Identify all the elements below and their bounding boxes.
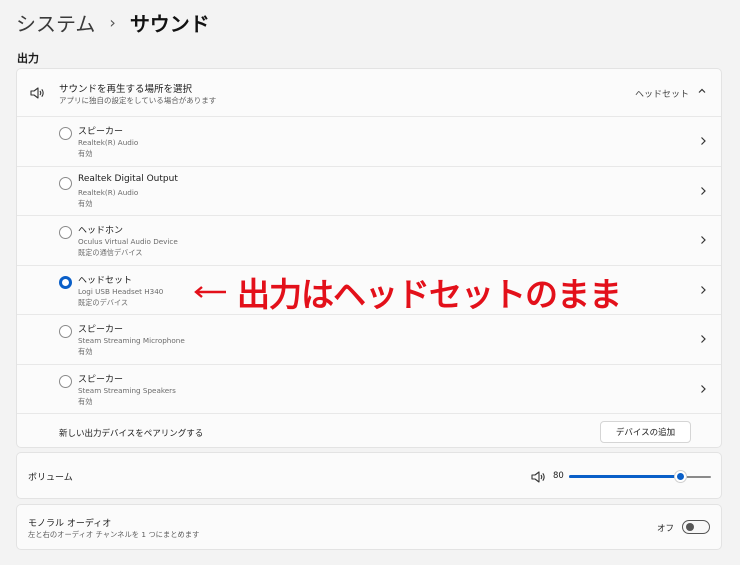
breadcrumb-separator: ›: [109, 12, 116, 32]
mono-audio-title: モノラル オーディオ: [28, 519, 112, 529]
annotation-text: 出力はヘッドセットのまま: [237, 275, 622, 314]
output-device-title: サウンドを再生する場所を選択: [59, 84, 193, 95]
device-status: 有効: [78, 347, 93, 356]
device-radio[interactable]: [59, 374, 72, 388]
chevron-right-icon[interactable]: [699, 384, 707, 394]
volume-card: ボリューム 80: [16, 452, 722, 499]
device-row[interactable]: スピーカー Steam Streaming Speakers 有効: [17, 365, 721, 414]
device-status: 有効: [78, 198, 93, 208]
breadcrumb-system-link[interactable]: システム: [16, 8, 95, 37]
mono-toggle-label: オフ: [657, 524, 675, 534]
chevron-right-icon[interactable]: [699, 235, 707, 245]
device-radio[interactable]: [59, 275, 72, 289]
device-status: 有効: [78, 396, 93, 406]
device-name: Realtek Digital Output: [78, 173, 178, 184]
volume-value: 80: [553, 471, 564, 481]
output-section-title: 出力: [17, 52, 39, 65]
mono-audio-subtitle: 左と右のオーディオ チャンネルを 1 つにまとめます: [28, 530, 200, 539]
page-title: サウンド: [129, 11, 210, 36]
chevron-right-icon[interactable]: [699, 136, 707, 146]
volume-label: ボリューム: [28, 473, 73, 483]
device-detail: Logi USB Headset H340: [78, 286, 164, 296]
output-device-subtitle: アプリに独自の設定をしている場合があります: [59, 96, 217, 105]
device-status: 既定のデバイス: [78, 297, 129, 307]
device-name: ヘッドセット: [78, 275, 133, 286]
chevron-right-icon[interactable]: [699, 334, 707, 344]
volume-slider[interactable]: [569, 470, 711, 483]
volume-slider-thumb[interactable]: [673, 470, 687, 483]
breadcrumb: システム › サウンド: [16, 8, 210, 36]
left-arrow-icon: [194, 286, 226, 298]
device-detail: Steam Streaming Microphone: [78, 336, 185, 345]
device-row[interactable]: スピーカー Realtek(R) Audio 有効: [17, 117, 721, 167]
chevron-right-icon[interactable]: [699, 285, 707, 295]
device-name: スピーカー: [78, 325, 124, 335]
device-detail: Realtek(R) Audio: [78, 138, 139, 147]
device-radio[interactable]: [59, 226, 72, 239]
chevron-up-icon[interactable]: [697, 86, 707, 96]
mono-audio-card: モノラル オーディオ 左と右のオーディオ チャンネルを 1 つにまとめます オフ: [16, 504, 722, 550]
speaker-icon: [30, 87, 44, 99]
device-radio[interactable]: [59, 127, 72, 140]
device-status: 既定の通信デバイス: [78, 248, 143, 257]
device-row[interactable]: Realtek Digital Output Realtek(R) Audio 有効: [17, 167, 721, 216]
device-radio[interactable]: [59, 325, 72, 338]
device-name: スピーカー: [78, 127, 124, 137]
chevron-right-icon[interactable]: [699, 186, 707, 196]
output-card: サウンドを再生する場所を選択 アプリに独自の設定をしている場合があります ヘッド…: [16, 68, 722, 448]
device-row[interactable]: ヘッドホン Oculus Virtual Audio Device 既定の通信デバイ…: [17, 216, 721, 266]
device-name: ヘッドホン: [78, 226, 124, 236]
device-row[interactable]: スピーカー Steam Streaming Microphone 有効: [17, 315, 721, 365]
device-detail: Steam Streaming Speakers: [78, 385, 176, 395]
pair-device-row: 新しい出力デバイスをペアリングする デバイスの追加: [17, 416, 721, 449]
output-device-header[interactable]: サウンドを再生する場所を選択 アプリに独自の設定をしている場合があります ヘッド…: [17, 69, 721, 117]
selected-device-value: ヘッドセット: [634, 90, 689, 100]
device-radio[interactable]: [59, 176, 72, 190]
device-detail: Oculus Virtual Audio Device: [78, 237, 178, 246]
add-device-button[interactable]: デバイスの追加: [600, 421, 691, 443]
volume-icon[interactable]: [530, 469, 546, 485]
pair-device-label: 新しい出力デバイスをペアリングする: [59, 429, 204, 439]
device-name: スピーカー: [78, 374, 124, 385]
volume-slider-fill: [569, 475, 680, 478]
device-detail: Realtek(R) Audio: [78, 187, 139, 197]
mono-audio-toggle[interactable]: [682, 520, 710, 534]
device-status: 有効: [78, 149, 93, 158]
toggle-knob: [686, 523, 694, 531]
annotation: 出力はヘッドセットのまま: [193, 268, 622, 316]
